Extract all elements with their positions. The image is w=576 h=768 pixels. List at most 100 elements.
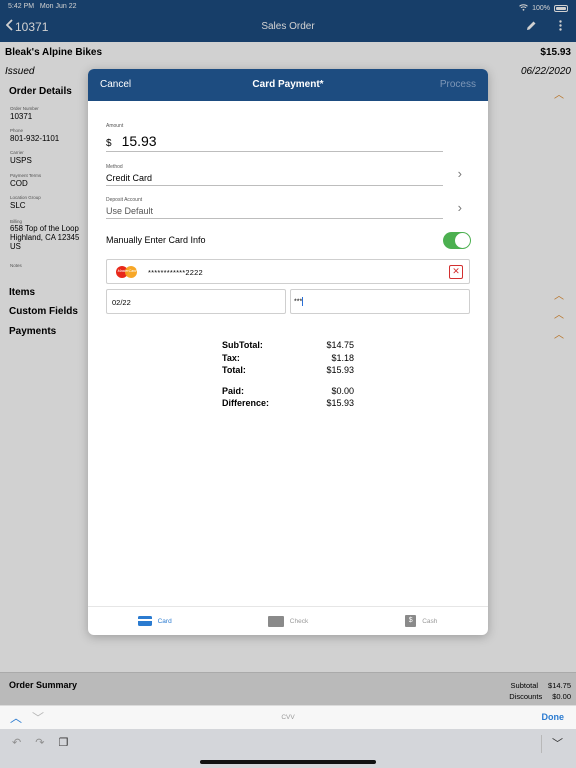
section-payments[interactable]: Payments xyxy=(9,326,56,337)
tab-check[interactable]: Check xyxy=(221,607,354,635)
chevron-up-icon[interactable]: ︿ xyxy=(554,326,564,341)
expiration-field[interactable]: 02/22 xyxy=(106,289,286,314)
tab-cash[interactable]: $ Cash xyxy=(355,607,488,635)
amount-field[interactable]: Amount $ 15.93 xyxy=(106,123,443,152)
card-payment-modal: Cancel Card Payment* Process Amount $ 15… xyxy=(88,69,488,635)
clear-card-icon[interactable]: ✕ xyxy=(449,265,463,279)
difference-value: $15.93 xyxy=(326,398,354,408)
amount-label: Amount xyxy=(106,123,124,129)
field-value: COD xyxy=(10,179,28,188)
order-date: 06/22/2020 xyxy=(520,66,571,77)
tab-label: Card xyxy=(157,617,172,625)
cvv-value[interactable]: *** xyxy=(294,298,302,305)
subtotal-value: $14.75 xyxy=(326,340,354,350)
section-items[interactable]: Items xyxy=(9,287,35,298)
field-label: Payment Terms xyxy=(10,173,42,178)
field-location-group: Location Group SLC xyxy=(10,195,41,210)
field-label: Phone xyxy=(10,128,24,133)
tab-label: Cash xyxy=(422,617,438,625)
paste-icon[interactable]: ❐ xyxy=(58,736,68,749)
customer-name: Bleak's Alpine Bikes xyxy=(5,47,103,58)
home-indicator xyxy=(200,760,376,764)
status-bar: 5:42 PM Mon Jun 22 100% xyxy=(8,3,568,13)
hide-keyboard-icon[interactable]: ﹀ xyxy=(552,735,563,751)
wifi-icon xyxy=(519,3,528,13)
field-label: Carrier xyxy=(10,150,24,155)
tax-value: $1.18 xyxy=(331,352,354,363)
total-label: Total: xyxy=(222,365,246,375)
expiration-value[interactable]: 02/22 xyxy=(112,298,131,307)
chevron-up-icon[interactable]: ︿ xyxy=(554,306,564,321)
status-right: 100% xyxy=(519,3,568,13)
chevron-right-icon[interactable]: › xyxy=(458,200,462,215)
chevron-right-icon[interactable]: › xyxy=(458,166,462,181)
redo-icon[interactable]: ↷ xyxy=(35,736,44,749)
manual-entry-toggle[interactable] xyxy=(443,232,471,249)
order-summary-values: Subtotal $14.75 Discounts $0.00 xyxy=(509,681,571,703)
field-notes: Notes xyxy=(10,263,22,268)
cvv-field[interactable]: *** xyxy=(290,289,470,314)
field-order-number: Order Number 10371 xyxy=(10,106,39,121)
subtotal-label: SubTotal: xyxy=(222,340,263,350)
card-number[interactable]: ************2222 xyxy=(148,268,203,277)
process-button[interactable]: Process xyxy=(440,79,476,90)
payment-type-tabs: Card Check $ Cash xyxy=(88,606,488,635)
order-status: Issued xyxy=(5,66,35,77)
amount-value[interactable]: 15.93 xyxy=(122,133,157,149)
nav-title: Sales Order xyxy=(261,21,315,32)
more-vertical-icon[interactable] xyxy=(559,18,562,36)
total-value: $15.93 xyxy=(326,365,354,375)
tab-card[interactable]: Card xyxy=(88,607,221,635)
method-label: Method xyxy=(106,164,123,170)
paid-value: $0.00 xyxy=(331,385,354,396)
card-number-field[interactable]: MasterCard ************2222 ✕ xyxy=(106,259,470,284)
field-carrier: Carrier USPS xyxy=(10,150,32,165)
status-date: Mon Jun 22 xyxy=(39,3,77,10)
mastercard-logo-icon: MasterCard xyxy=(115,265,139,279)
method-field[interactable]: Method Credit Card xyxy=(106,164,443,186)
field-label: Notes xyxy=(10,263,22,268)
order-details-title[interactable]: Order Details xyxy=(9,86,72,97)
divider xyxy=(541,735,542,753)
discounts-label: Discounts xyxy=(509,692,543,701)
status-time-date: 5:42 PM Mon Jun 22 xyxy=(8,3,77,13)
keyboard-tools: ↶ ↷ ❐ xyxy=(12,736,68,749)
edit-pencil-icon[interactable] xyxy=(526,18,537,36)
chevron-up-icon[interactable]: ︿ xyxy=(554,86,564,101)
keyboard-accessory-bar: ︿ ﹀ CVV Done xyxy=(0,705,576,729)
field-value: 658 Top of the Loop Highland, CA 12345 U… xyxy=(10,224,80,251)
deposit-account-field[interactable]: Deposit Account Use Default xyxy=(106,197,443,219)
done-button[interactable]: Done xyxy=(542,712,565,722)
status-time: 5:42 PM xyxy=(8,3,35,10)
field-billing: Billing 658 Top of the Loop Highland, CA… xyxy=(10,219,90,252)
field-label: Order Number xyxy=(10,106,39,111)
discounts-value: $0.00 xyxy=(552,692,571,701)
payment-summary: SubTotal: $14.75 Tax: $1.18 Total: $15.93 P… xyxy=(222,340,354,411)
difference-label: Difference: xyxy=(222,398,270,408)
nav-actions xyxy=(526,18,562,36)
field-value: SLC xyxy=(10,201,26,210)
deposit-account-label: Deposit Account xyxy=(106,197,143,203)
field-label: Location Group xyxy=(10,195,41,200)
modal-header: Cancel Card Payment* Process xyxy=(88,69,488,101)
order-summary-title[interactable]: Order Summary xyxy=(9,680,77,690)
field-value[interactable]: 801-932-1101 xyxy=(10,134,59,143)
field-value: 10371 xyxy=(10,112,33,121)
tab-label: Check xyxy=(289,617,309,625)
undo-icon[interactable]: ↶ xyxy=(12,736,21,749)
subtotal-value: $14.75 xyxy=(548,681,571,690)
cash-icon: $ xyxy=(405,615,417,627)
check-icon xyxy=(267,615,284,627)
deposit-account-value[interactable]: Use Default xyxy=(106,206,443,218)
tax-label: Tax: xyxy=(222,352,240,363)
modal-title: Card Payment* xyxy=(252,79,324,90)
paid-label: Paid: xyxy=(222,385,245,396)
card-brand: MasterCard xyxy=(117,269,137,273)
manual-entry-label: Manually Enter Card Info xyxy=(106,235,206,245)
section-custom-fields[interactable]: Custom Fields xyxy=(9,306,78,317)
card-icon xyxy=(137,616,152,626)
top-nav-bar: 5:42 PM Mon Jun 22 100% 10371 Sales Orde… xyxy=(0,0,576,42)
method-value[interactable]: Credit Card xyxy=(106,173,443,185)
subtotal-label: Subtotal xyxy=(510,681,539,690)
chevron-up-icon[interactable]: ︿ xyxy=(554,287,564,302)
